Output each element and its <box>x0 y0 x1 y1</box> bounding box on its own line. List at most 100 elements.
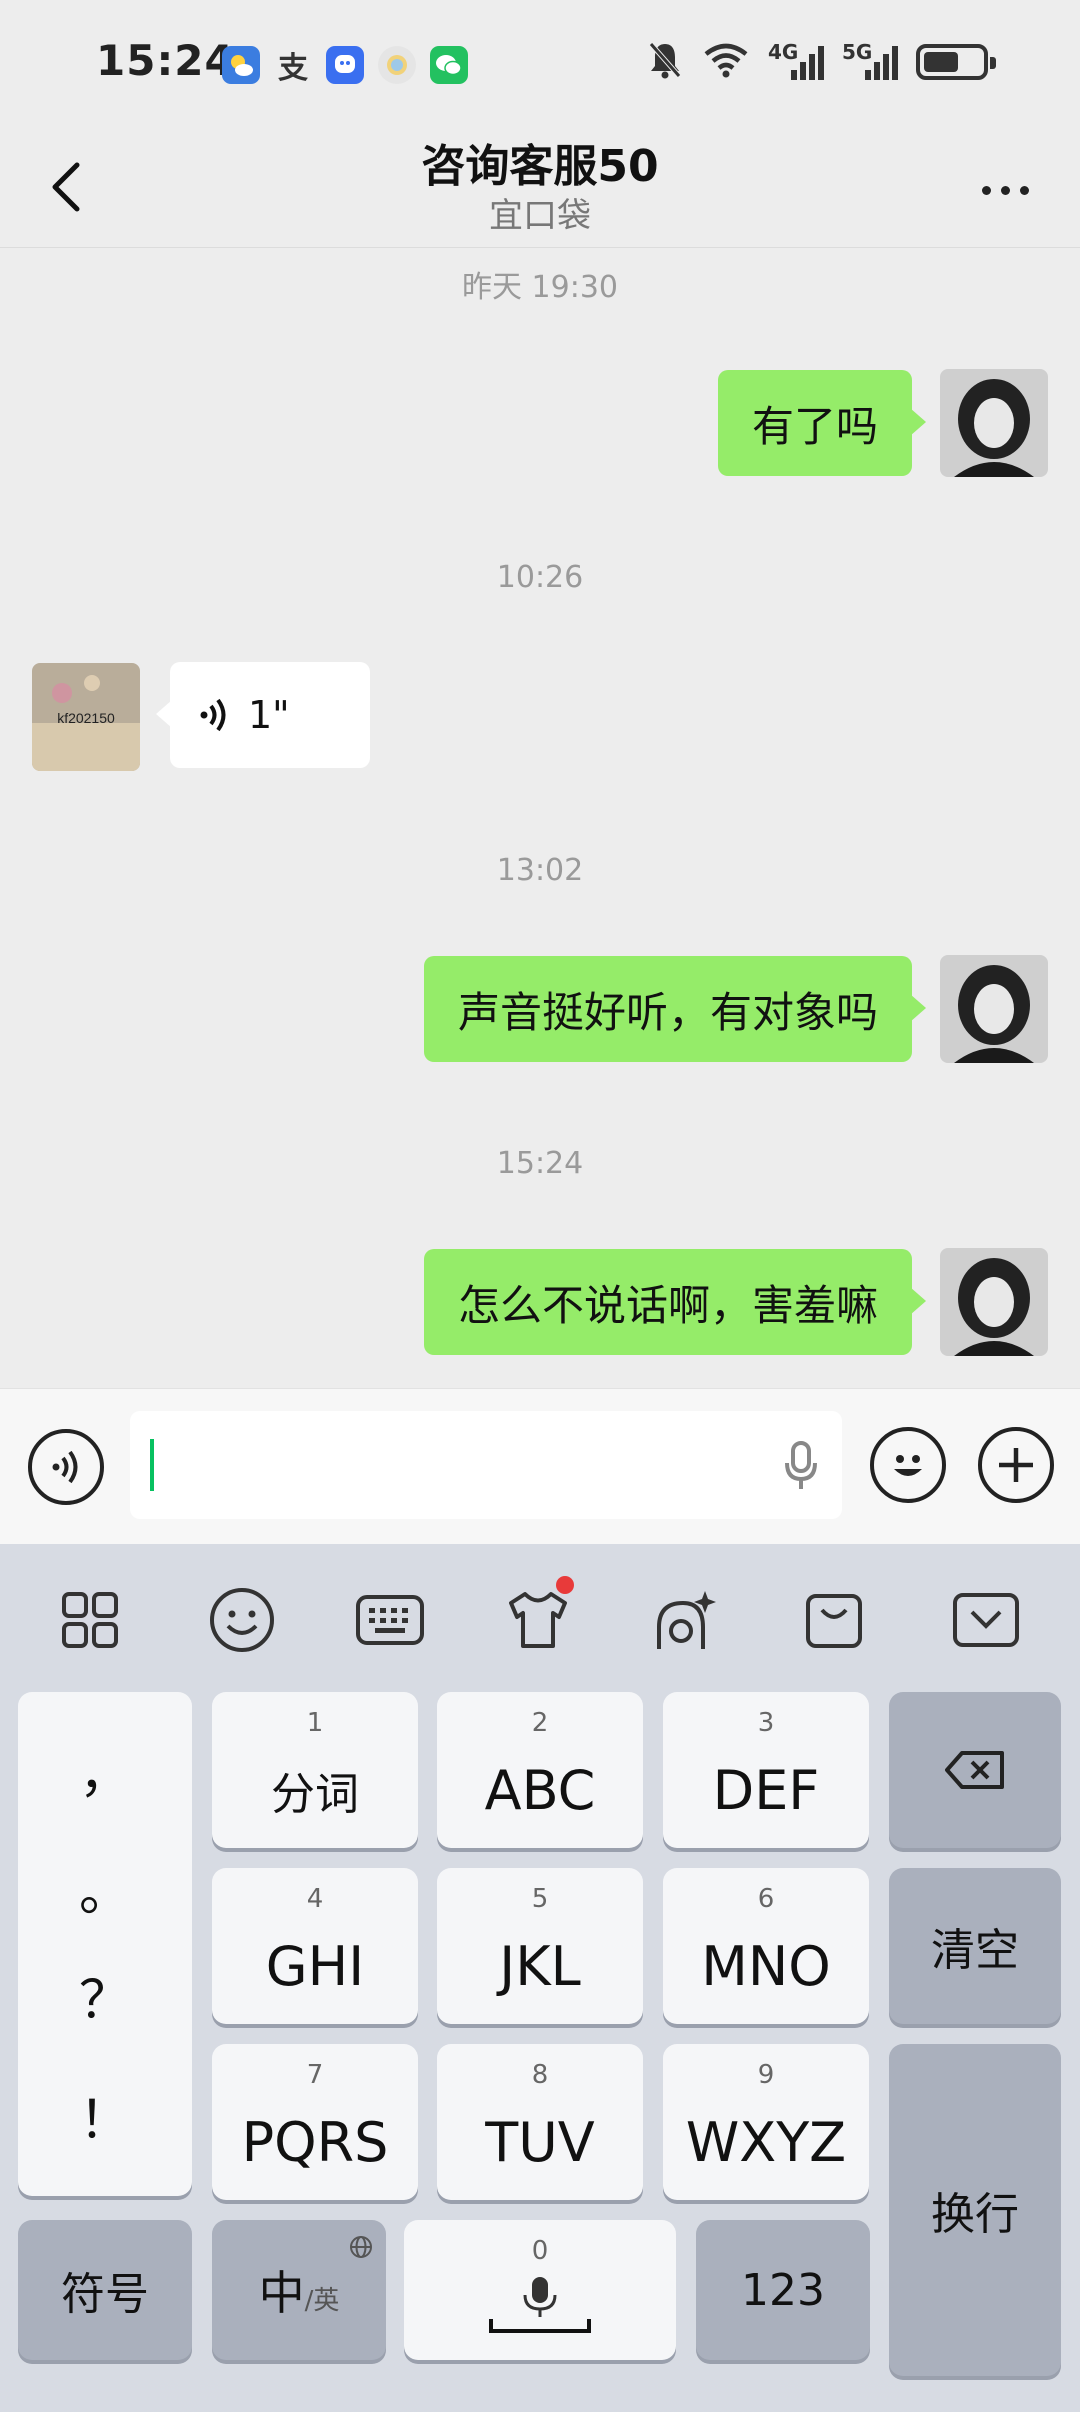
key-label: 123 <box>741 2264 825 2316</box>
contact-avatar[interactable]: kf202150 <box>32 663 140 771</box>
weather-app-icon <box>222 46 260 84</box>
space-mic-icon <box>489 2277 591 2333</box>
voice-toggle-button[interactable] <box>28 1429 104 1505</box>
enter-key[interactable]: 换行 <box>889 2044 1061 2376</box>
key-8[interactable]: 8 TUV <box>437 2044 643 2200</box>
key-number: 1 <box>306 1708 324 1738</box>
key-label: WXYZ <box>685 2110 847 2174</box>
timestamp: 15:24 <box>496 1146 584 1181</box>
key-number: 0 <box>531 2236 549 2266</box>
key-7[interactable]: 7 PQRS <box>212 2044 418 2200</box>
my-avatar[interactable] <box>940 369 1048 477</box>
key-number: 8 <box>531 2060 549 2090</box>
more-options-button[interactable] <box>970 170 1040 210</box>
key-2[interactable]: 2 ABC <box>437 1692 643 1848</box>
incoming-voice-message[interactable]: 1" <box>156 662 370 768</box>
timestamp: 13:02 <box>496 853 584 888</box>
message-list[interactable]: 昨天 19:30 有了吗 10:26 kf202150 1" 13:02 声音挺… <box>0 248 1080 1388</box>
globe-icon <box>350 2236 372 2258</box>
my-avatar[interactable] <box>940 1248 1048 1356</box>
plus-icon <box>999 1448 1033 1482</box>
punct-question[interactable]: ？ <box>18 1958 192 2033</box>
my-avatar[interactable] <box>940 955 1048 1063</box>
key-3[interactable]: 3 DEF <box>663 1692 869 1848</box>
status-time: 15:24 <box>96 36 235 85</box>
timestamp: 昨天 19:30 <box>462 270 618 305</box>
keyboard-icon[interactable] <box>350 1580 430 1660</box>
key-label: PQRS <box>241 2110 389 2174</box>
plus-button[interactable] <box>978 1427 1054 1503</box>
keyboard-toolbar <box>0 1544 1080 1684</box>
clear-key[interactable]: 清空 <box>889 1868 1061 2024</box>
notification-app-icons: 支 <box>222 46 468 86</box>
key-number: 6 <box>757 1884 775 1914</box>
space-key[interactable]: 0 <box>404 2220 676 2360</box>
symbols-key[interactable]: 符号 <box>18 2220 192 2360</box>
outgoing-message[interactable]: 怎么不说话啊，害羞嘛 <box>423 1249 927 1355</box>
key-number: 2 <box>531 1708 549 1738</box>
key-label: 清空 <box>931 1925 1019 1976</box>
battery-level <box>924 52 958 72</box>
key-label: MNO <box>701 1934 831 1998</box>
key-number: 3 <box>757 1708 775 1738</box>
emoji-button[interactable] <box>870 1427 946 1503</box>
outgoing-message[interactable]: 声音挺好听，有对象吗 <box>423 956 927 1062</box>
key-label: TUV <box>485 2110 595 2174</box>
key-5[interactable]: 5 JKL <box>437 1868 643 2024</box>
language-label: 中 /英 <box>259 2257 340 2323</box>
punct-comma[interactable]: ， <box>18 1732 192 1807</box>
microphone-icon <box>785 1441 817 1489</box>
punct-period[interactable]: 。 <box>18 1850 192 1925</box>
ai-assistant-icon[interactable] <box>646 1580 726 1660</box>
voice-wave-icon <box>200 698 226 732</box>
punctuation-column[interactable]: ， 。 ？ ！ <box>18 1692 192 2196</box>
language-key[interactable]: 中 /英 <box>212 2220 386 2360</box>
wifi-icon <box>702 41 750 83</box>
more-dot <box>1000 185 1010 195</box>
voice-toggle-icon <box>52 1450 78 1484</box>
message-input[interactable] <box>130 1411 842 1519</box>
shopping-bag-icon[interactable] <box>794 1580 874 1660</box>
key-label: 换行 <box>931 2189 1019 2240</box>
message-text: 怎么不说话啊，害羞嘛 <box>457 1280 878 1330</box>
key-number: 9 <box>757 2060 775 2090</box>
app-icon <box>378 46 416 84</box>
status-bar: 15:24 支 4G 5G <box>0 0 1080 130</box>
apps-grid-icon[interactable] <box>50 1580 130 1660</box>
voice-duration: 1" <box>248 693 290 737</box>
key-number: 5 <box>531 1884 549 1914</box>
more-dot <box>981 185 991 195</box>
more-dot <box>1019 185 1029 195</box>
key-label: 符号 <box>61 2269 149 2320</box>
lang-main: 中 <box>258 2266 305 2320</box>
backspace-key[interactable] <box>889 1692 1061 1848</box>
emoji-icon <box>894 1455 922 1476</box>
punct-exclaim[interactable]: ！ <box>18 2078 192 2153</box>
wechat-icon <box>430 46 468 84</box>
key-1[interactable]: 1 分词 <box>212 1692 418 1848</box>
key-label: GHI <box>265 1934 365 1998</box>
key-9[interactable]: 9 WXYZ <box>663 2044 869 2200</box>
message-text: 有了吗 <box>751 401 878 451</box>
text-caret <box>150 1439 154 1491</box>
timestamp: 10:26 <box>496 560 584 595</box>
keyboard: ， 。 ？ ！ 1 分词 2 ABC 3 DEF 4 GHI 5 JKL 6 M… <box>0 1544 1080 2412</box>
qq-icon <box>326 46 364 84</box>
chat-title: 咨询客服50 <box>421 141 659 192</box>
key-label: 分词 <box>271 1769 359 1820</box>
emoji-icon[interactable] <box>202 1580 282 1660</box>
numbers-key[interactable]: 123 <box>696 2220 870 2360</box>
alipay-icon: 支 <box>278 51 308 86</box>
skin-shirt-icon[interactable] <box>498 1576 578 1660</box>
key-6[interactable]: 6 MNO <box>663 1868 869 2024</box>
signal-icon-2: 5G <box>842 40 898 84</box>
backspace-icon <box>945 1751 1004 1789</box>
chat-subtitle: 宜口袋 <box>489 196 591 236</box>
key-4[interactable]: 4 GHI <box>212 1868 418 2024</box>
mute-bell-icon <box>646 40 684 84</box>
message-text: 声音挺好听，有对象吗 <box>457 987 878 1037</box>
outgoing-message[interactable]: 有了吗 <box>717 370 927 476</box>
collapse-keyboard-icon[interactable] <box>946 1580 1026 1660</box>
key-label: JKL <box>499 1934 581 1998</box>
key-label: ABC <box>484 1758 596 1822</box>
